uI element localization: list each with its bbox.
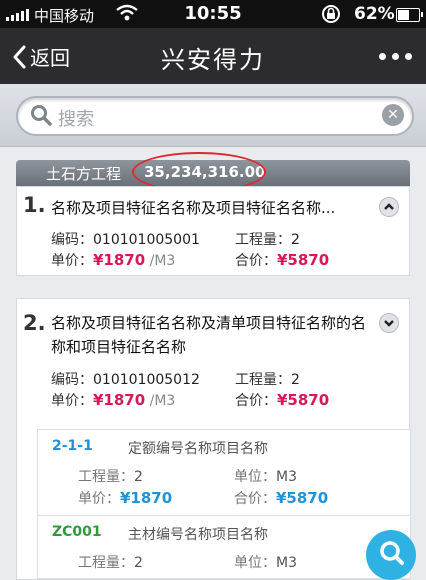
sub-item-unit: 单位：M3 (234, 555, 297, 571)
search-icon (30, 104, 52, 130)
sub-item-code: ZC001 (52, 524, 102, 540)
sub-item-unit: 单位：M3 (234, 469, 297, 485)
sub-item[interactable]: 2-1-1 定额编号名称项目名称 工程量：2 单位：M3 单价：¥1870 合价… (37, 429, 411, 517)
item-quantity: 工程量：2 (235, 372, 300, 388)
item-code: 编码：010101005001 (51, 232, 200, 248)
sub-item-name: 定额编号名称项目名称 (128, 441, 268, 457)
list-item[interactable]: 2. 名称及项目特征名名称及清单项目特征名称的名称和项目特征名名称 编码：010… (16, 298, 411, 580)
sub-item-unit-price: 单价：¥1870 (78, 489, 173, 507)
item-total-price: 合价：¥5870 (235, 251, 330, 269)
chevron-up-icon (384, 203, 394, 210)
item-code: 编码：010101005012 (51, 372, 200, 388)
item-name: 名称及项目特征名名称及清单项目特征名称的名称和项目特征名名称 (51, 314, 367, 356)
sub-item-total-price: 合价：¥5870 (234, 489, 329, 507)
clear-icon[interactable]: ✕ (382, 104, 404, 126)
status-bar: 中国移动 10:55 62% (0, 0, 426, 28)
battery-percent: 62% (354, 4, 395, 24)
item-index: 2. (23, 311, 46, 335)
item-total-price: 合价：¥5870 (235, 391, 330, 409)
more-dots-icon[interactable] (379, 53, 412, 60)
section-name: 土石方工程 (46, 165, 122, 183)
item-index: 1. (23, 193, 46, 217)
list-item[interactable]: 1. 名称及项目特征名名称及项目特征名名称... 编码：010101005001… (16, 186, 410, 276)
search-input[interactable]: 搜索 ✕ (16, 96, 414, 136)
item-name: 名称及项目特征名名称及项目特征名名称... (51, 199, 336, 217)
item-unit-price: 单价：¥1870 /M3 (51, 251, 176, 269)
nav-bar: 返回 兴安得力 (0, 28, 426, 84)
page-title: 兴安得力 (161, 46, 265, 74)
expand-toggle[interactable] (379, 313, 399, 333)
sub-item[interactable]: ZC001 主材编号名称项目名称 工程量：2 单位：M3 (37, 515, 411, 579)
item-unit-price: 单价：¥1870 /M3 (51, 391, 176, 409)
sub-item-quantity: 工程量：2 (78, 469, 143, 485)
search-bar: 搜索 ✕ (0, 84, 426, 147)
search-placeholder: 搜索 (58, 109, 94, 130)
floating-search-button[interactable] (366, 530, 416, 580)
item-quantity: 工程量：2 (235, 232, 300, 248)
collapse-toggle[interactable] (379, 197, 399, 217)
sub-item-code: 2-1-1 (52, 438, 93, 454)
search-icon (380, 541, 404, 565)
section-header: 土石方工程 35,234,316.00 (16, 152, 410, 192)
chevron-down-icon (384, 320, 394, 327)
battery-icon (396, 8, 423, 22)
sub-item-quantity: 工程量：2 (78, 555, 143, 571)
rotation-lock-icon (320, 4, 342, 28)
sub-item-name: 主材编号名称项目名称 (128, 527, 268, 543)
